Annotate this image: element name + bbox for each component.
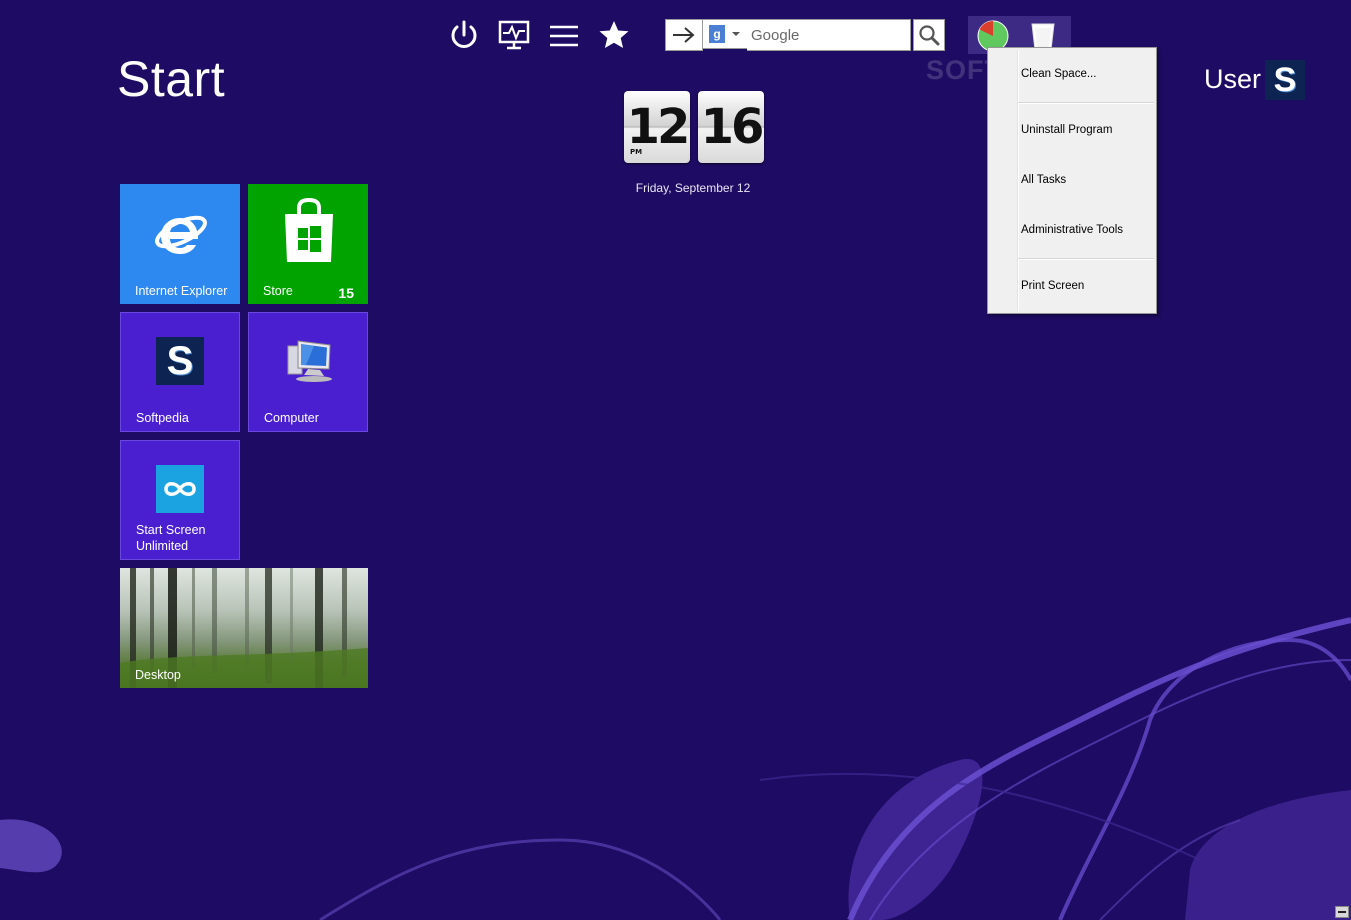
infinity-icon bbox=[156, 465, 204, 513]
go-button[interactable] bbox=[665, 19, 703, 51]
search-input[interactable] bbox=[747, 19, 911, 51]
minimize-button[interactable] bbox=[1335, 906, 1349, 918]
minus-icon bbox=[1338, 911, 1346, 913]
power-button[interactable] bbox=[445, 16, 483, 54]
tile-desktop[interactable]: Desktop bbox=[120, 568, 368, 688]
clock-minute-digits: 16 bbox=[700, 99, 765, 155]
clock-minute: 16 bbox=[698, 91, 764, 163]
tile-softpedia[interactable]: S Softpedia bbox=[120, 312, 240, 432]
tile-start-screen-unlimited[interactable]: Start Screen Unlimited bbox=[120, 440, 240, 560]
clock-date: Friday, September 12 bbox=[635, 181, 751, 195]
google-icon: g bbox=[709, 25, 725, 43]
chevron-down-icon bbox=[732, 32, 740, 36]
menu-button[interactable] bbox=[545, 16, 583, 54]
tile-label: Store bbox=[263, 284, 293, 298]
clock-hour: 12 PM bbox=[624, 91, 690, 163]
tile-label: Computer bbox=[264, 411, 319, 425]
monitor-button[interactable] bbox=[495, 16, 533, 54]
hamburger-icon bbox=[550, 25, 578, 47]
search-icon bbox=[919, 25, 940, 46]
power-icon bbox=[451, 20, 477, 48]
user-name[interactable]: User bbox=[1204, 64, 1261, 95]
search-engine-selector[interactable]: g bbox=[703, 19, 747, 49]
favorites-button[interactable] bbox=[595, 16, 633, 54]
computer-icon bbox=[287, 340, 332, 382]
tile-store[interactable]: Store 15 bbox=[248, 184, 368, 304]
softpedia-logo-icon: S bbox=[156, 337, 204, 385]
star-icon bbox=[599, 21, 629, 48]
tile-badge: 15 bbox=[338, 285, 354, 301]
monitor-pulse-icon bbox=[498, 20, 530, 50]
menu-item-clean-space[interactable]: Clean Space... bbox=[1021, 68, 1096, 80]
menu-gutter bbox=[1017, 50, 1019, 311]
tile-internet-explorer[interactable]: Internet Explorer bbox=[120, 184, 240, 304]
avatar-letter: S bbox=[1273, 60, 1297, 99]
menu-separator bbox=[1018, 102, 1154, 104]
tile-label: Start Screen Unlimited bbox=[136, 523, 206, 553]
tile-label: Internet Explorer bbox=[135, 284, 228, 298]
clock-meridiem: PM bbox=[630, 148, 643, 156]
menu-item-all-tasks[interactable]: All Tasks bbox=[1021, 174, 1066, 186]
avatar[interactable]: S bbox=[1265, 60, 1305, 100]
store-bag-icon bbox=[285, 198, 333, 262]
menu-separator bbox=[1018, 258, 1154, 260]
menu-item-administrative-tools[interactable]: Administrative Tools bbox=[1021, 224, 1123, 236]
arrow-right-icon bbox=[673, 27, 695, 43]
page-title: Start bbox=[117, 51, 226, 107]
tile-label: Softpedia bbox=[136, 411, 189, 425]
clock-hour-digits: 12 bbox=[626, 99, 691, 155]
tile-label: Desktop bbox=[135, 668, 181, 682]
search-bar: g bbox=[665, 19, 945, 51]
tile-computer[interactable]: Computer bbox=[248, 312, 368, 432]
internet-explorer-icon bbox=[155, 215, 207, 254]
context-menu: Clean Space... Uninstall Program All Tas… bbox=[987, 47, 1157, 314]
search-button[interactable] bbox=[913, 19, 945, 51]
menu-item-print-screen[interactable]: Print Screen bbox=[1021, 280, 1084, 292]
menu-item-uninstall-program[interactable]: Uninstall Program bbox=[1021, 124, 1112, 136]
